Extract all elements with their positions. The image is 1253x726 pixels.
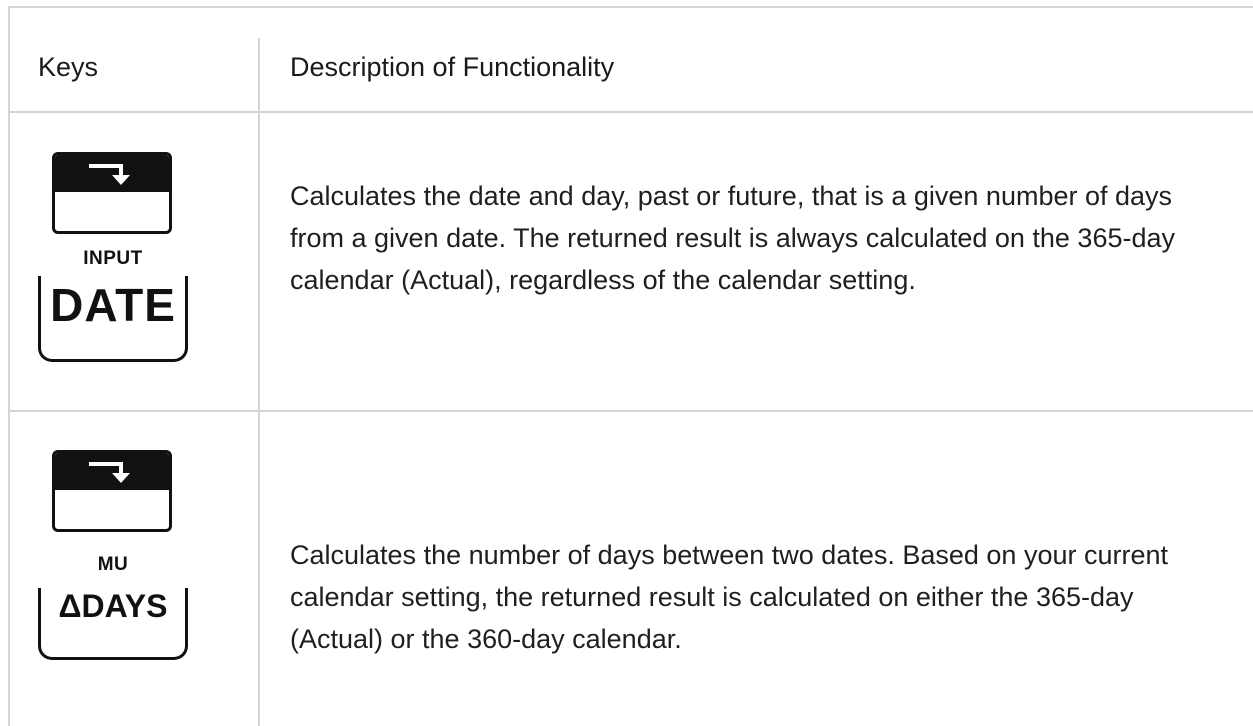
key-main-label: ΔDAYS [58,588,168,624]
left-border [8,6,10,726]
key-main-label: DATE [50,279,176,331]
date-key-icon: INPUT DATE [38,152,188,362]
shift-key-icon [52,152,172,234]
delta-days-key-icon: MU ΔDAYS [38,450,188,660]
column-divider [258,38,260,726]
header-bottom-border [8,111,1253,113]
row-divider [8,410,1253,412]
arrow-down-right-icon [89,461,130,483]
column-header-description: Description of Functionality [290,52,615,82]
key-shift-label: MU [97,554,129,575]
key-shift-label: INPUT [83,248,143,269]
arrow-down-right-icon [89,163,130,185]
column-header-keys: Keys [38,52,99,82]
shift-key-icon [52,450,172,532]
row-description: Calculates the date and day, past or fut… [290,181,1176,295]
table-top-border [8,6,1253,8]
row-description: Calculates the number of days between tw… [290,540,1169,654]
